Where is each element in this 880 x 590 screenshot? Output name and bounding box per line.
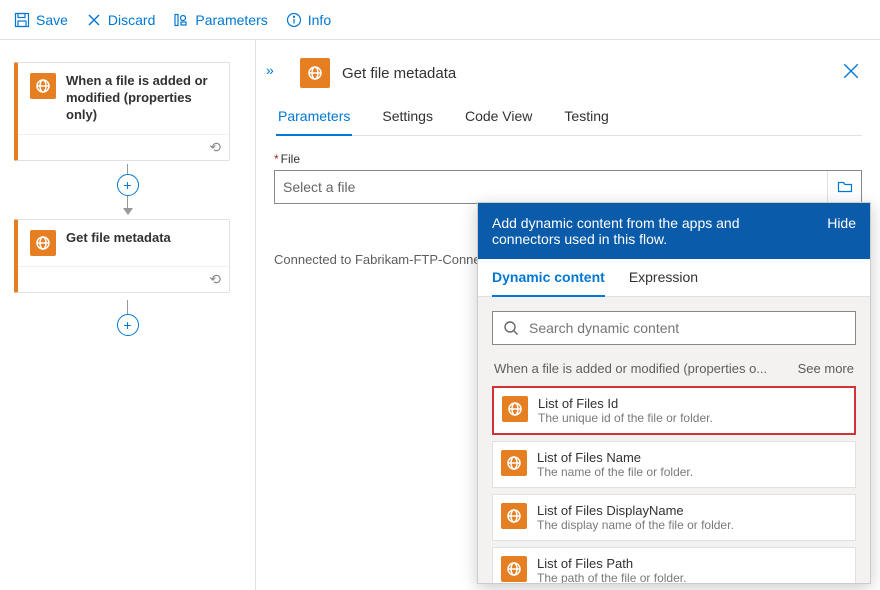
action-title: Get file metadata (66, 230, 171, 247)
panel-tabs: Parameters Settings Code View Testing (276, 102, 862, 136)
collapse-panel-button[interactable]: » (266, 62, 274, 78)
add-step-button[interactable]: + (117, 314, 139, 336)
tab-parameters[interactable]: Parameters (276, 102, 352, 136)
dynamic-item-list: List of Files IdThe unique id of the fil… (492, 386, 856, 583)
hide-popup-button[interactable]: Hide (827, 215, 856, 231)
parameters-icon (173, 12, 189, 28)
dynamic-item-desc: The unique id of the file or folder. (538, 411, 713, 425)
folder-picker-button[interactable] (827, 171, 861, 203)
search-input[interactable] (529, 320, 845, 336)
search-icon (503, 320, 519, 336)
ftp-connector-icon (30, 230, 56, 256)
trigger-title: When a file is added or modified (proper… (66, 73, 217, 124)
discard-label: Discard (108, 12, 155, 28)
connector-end: + (14, 293, 241, 343)
dynamic-item-title: List of Files Id (538, 396, 713, 411)
info-button[interactable]: Info (286, 12, 331, 28)
search-box (492, 311, 856, 345)
parameters-label: Parameters (195, 12, 267, 28)
dynamic-item-title: List of Files DisplayName (537, 503, 734, 518)
trigger-node[interactable]: When a file is added or modified (proper… (14, 62, 230, 161)
save-button[interactable]: Save (14, 12, 68, 28)
dynamic-item-desc: The path of the file or folder. (537, 571, 686, 583)
save-label: Save (36, 12, 68, 28)
panel-title: Get file metadata (342, 65, 456, 82)
dynamic-item-desc: The name of the file or folder. (537, 465, 693, 479)
file-input-row (274, 170, 862, 204)
ftp-connector-icon (30, 73, 56, 99)
tab-testing[interactable]: Testing (562, 102, 610, 135)
info-label: Info (308, 12, 331, 28)
file-field-label: *File (274, 152, 862, 166)
dynamic-item[interactable]: List of Files IdThe unique id of the fil… (492, 386, 856, 435)
section-title: When a file is added or modified (proper… (494, 361, 767, 376)
tab-expression[interactable]: Expression (629, 269, 698, 296)
discard-icon (86, 12, 102, 28)
close-panel-button[interactable] (842, 62, 860, 83)
dynamic-item[interactable]: List of Files DisplayNameThe display nam… (492, 494, 856, 541)
toolbar: Save Discard Parameters Info (0, 0, 880, 40)
save-icon (14, 12, 30, 28)
designer-canvas: When a file is added or modified (proper… (0, 40, 256, 590)
popup-banner-text: Add dynamic content from the apps and co… (492, 215, 802, 247)
ftp-connector-icon (502, 396, 528, 422)
action-node[interactable]: Get file metadata ⟲ (14, 219, 230, 293)
popup-banner: Add dynamic content from the apps and co… (478, 203, 870, 259)
tab-dynamic-content[interactable]: Dynamic content (492, 269, 605, 297)
file-input[interactable] (275, 171, 827, 203)
info-icon (286, 12, 302, 28)
folder-icon (837, 179, 853, 195)
connector: + (14, 161, 241, 219)
dynamic-item-desc: The display name of the file or folder. (537, 518, 734, 532)
tab-settings[interactable]: Settings (380, 102, 435, 135)
ftp-connector-icon (501, 450, 527, 476)
link-icon: ⟲ (209, 139, 221, 156)
add-step-button[interactable]: + (117, 174, 139, 196)
popup-tabs: Dynamic content Expression (478, 259, 870, 297)
ftp-connector-icon (300, 58, 330, 88)
tab-code-view[interactable]: Code View (463, 102, 534, 135)
dynamic-item-title: List of Files Path (537, 556, 686, 571)
dynamic-item[interactable]: List of Files NameThe name of the file o… (492, 441, 856, 488)
dynamic-item-title: List of Files Name (537, 450, 693, 465)
ftp-connector-icon (501, 503, 527, 529)
link-icon: ⟲ (209, 271, 221, 288)
discard-button[interactable]: Discard (86, 12, 155, 28)
see-more-link[interactable]: See more (798, 361, 854, 376)
ftp-connector-icon (501, 556, 527, 582)
dynamic-item[interactable]: List of Files PathThe path of the file o… (492, 547, 856, 583)
dynamic-content-popup: Add dynamic content from the apps and co… (477, 202, 871, 584)
parameters-button[interactable]: Parameters (173, 12, 267, 28)
popup-body: When a file is added or modified (proper… (478, 297, 870, 583)
popup-section-header: When a file is added or modified (proper… (492, 359, 856, 386)
